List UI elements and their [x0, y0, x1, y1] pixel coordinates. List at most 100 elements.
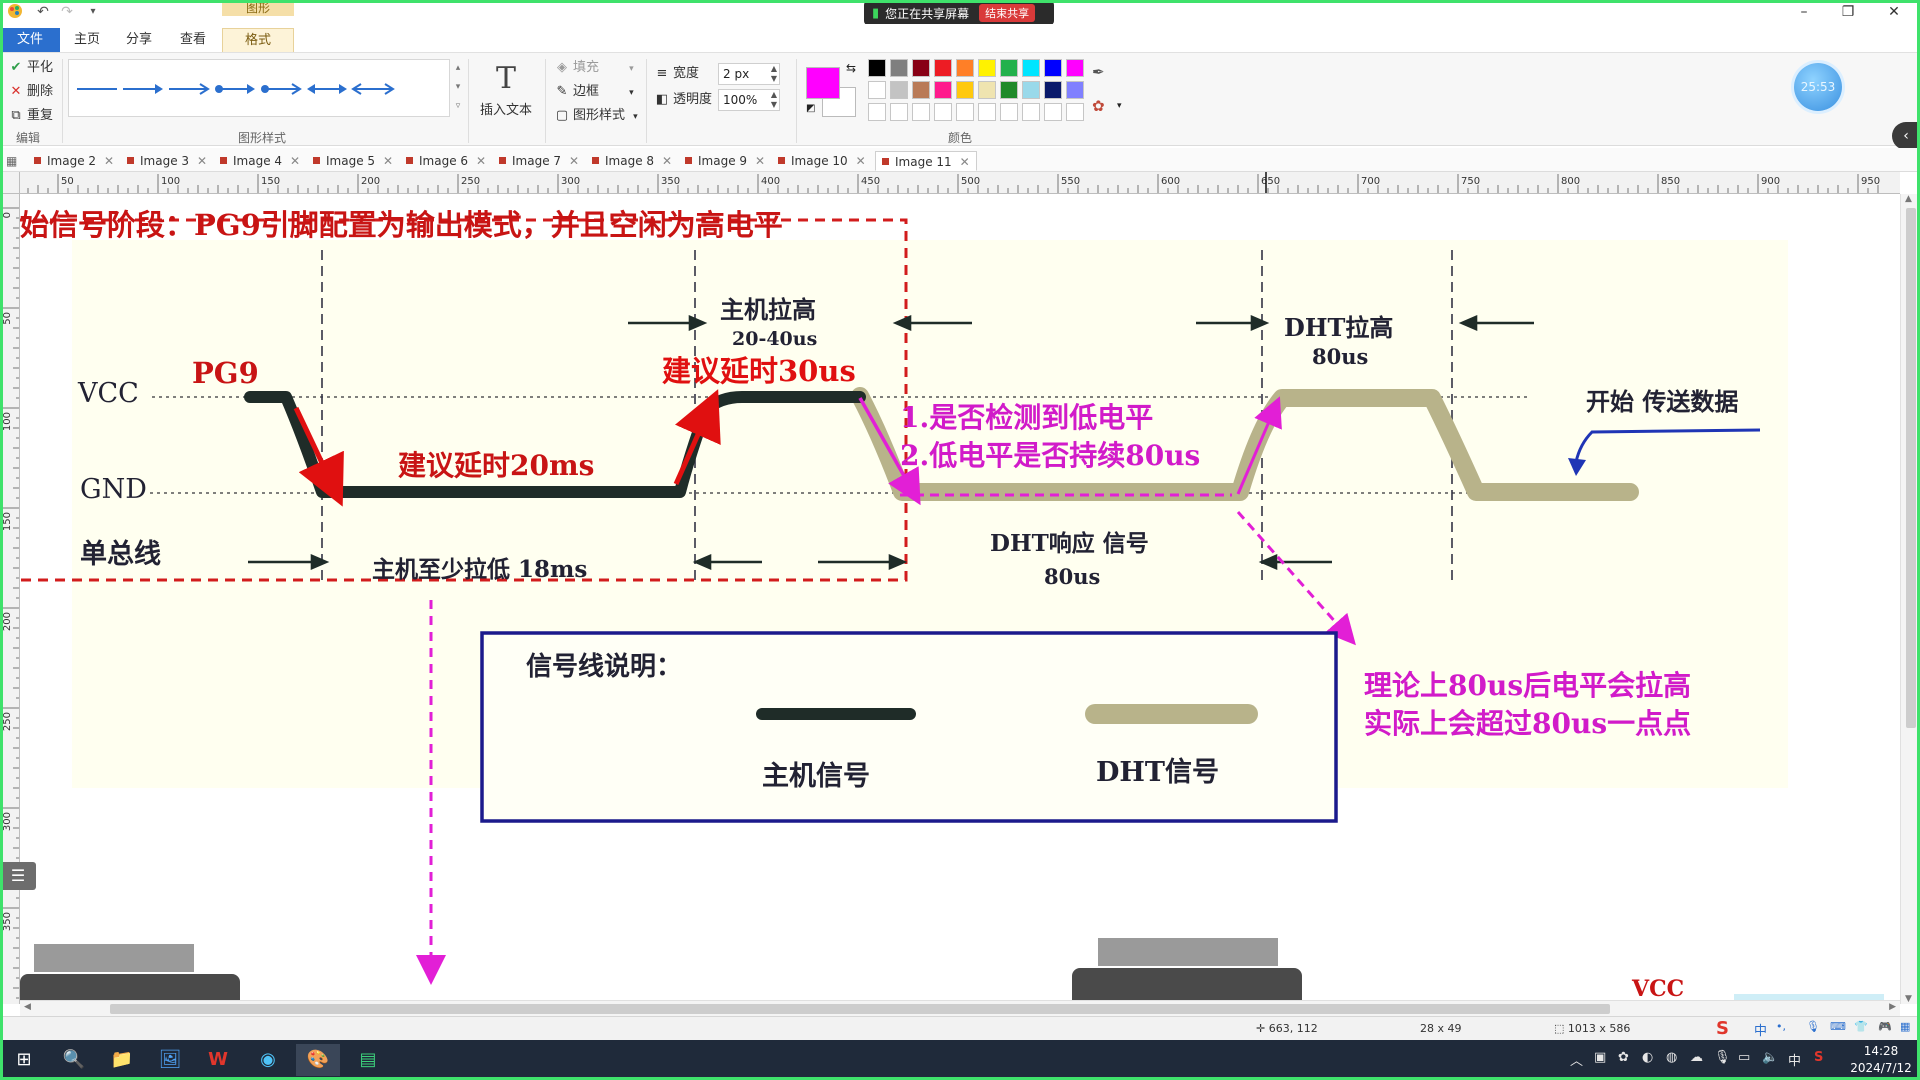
line-style-double-arrow[interactable]	[305, 82, 349, 96]
windows-start-icon[interactable]: ⊞	[2, 1044, 46, 1076]
color-swatch[interactable]	[912, 59, 930, 77]
ime-mic-icon[interactable]: 🎙	[1806, 1020, 1820, 1033]
scroll-right-icon[interactable]: ▶	[1889, 1002, 1896, 1012]
smooth-button[interactable]: ✔ 平化	[8, 57, 53, 79]
color-swatch[interactable]	[868, 59, 886, 77]
ime-mode[interactable]: 中	[1754, 1020, 1767, 1039]
tray-mic-icon[interactable]: 🎙	[1714, 1050, 1731, 1065]
color-swatch[interactable]	[1000, 59, 1018, 77]
close-tab-icon[interactable]: ✕	[290, 154, 300, 168]
delete-button[interactable]: ✕ 删除	[8, 81, 53, 103]
notepad-app-icon[interactable]: ▤	[346, 1044, 390, 1076]
color-swatch[interactable]	[1066, 103, 1084, 121]
document-tab[interactable]: Image 4 ✕	[220, 151, 300, 171]
color-swatch[interactable]	[934, 81, 952, 99]
tray-paint-icon[interactable]: ◍	[1666, 1050, 1677, 1065]
tray-expand-icon[interactable]: ︿	[1570, 1050, 1583, 1069]
document-tab[interactable]: Image 10 ✕	[778, 151, 866, 171]
color-swatch[interactable]	[1044, 81, 1062, 99]
color-swatch[interactable]	[934, 59, 952, 77]
color-swatch[interactable]	[1066, 59, 1084, 77]
document-tab[interactable]: Image 3 ✕	[127, 151, 207, 171]
ime-game-icon[interactable]: 🎮	[1878, 1020, 1892, 1033]
line-style-double-open-arrow[interactable]	[351, 82, 395, 96]
repeat-button[interactable]: ⧉ 重复	[8, 105, 53, 127]
ime-punct-icon[interactable]: •,	[1776, 1020, 1786, 1033]
undo-icon[interactable]: ↶	[34, 3, 52, 21]
tab-home[interactable]: 主页	[62, 28, 112, 52]
tray-photos-icon[interactable]: ▣	[1594, 1050, 1606, 1065]
close-tab-icon[interactable]: ✕	[755, 154, 765, 168]
document-tab[interactable]: Image 6 ✕	[406, 151, 486, 171]
tab-view[interactable]: 查看	[166, 28, 220, 52]
more-colors-dropdown-icon[interactable]: ▾	[1117, 101, 1122, 111]
line-style-dot-arrow[interactable]	[213, 82, 257, 96]
paint-app-icon[interactable]: 🎨	[296, 1044, 340, 1076]
insert-text-button[interactable]: T 插入文本	[475, 59, 537, 143]
photos-app-icon[interactable]: 🖼	[148, 1044, 192, 1076]
tray-lang[interactable]: 中	[1788, 1050, 1801, 1069]
scroll-down-icon[interactable]: ▼	[1905, 994, 1912, 1004]
tray-cloud-icon[interactable]: ☁	[1690, 1050, 1703, 1065]
color-swatch[interactable]	[978, 59, 996, 77]
close-tab-icon[interactable]: ✕	[960, 155, 970, 169]
tab-share[interactable]: 分享	[114, 28, 164, 52]
swap-colors-icon[interactable]: ⇆	[846, 61, 856, 75]
color-swatch[interactable]	[1066, 81, 1084, 99]
sogou-ime-icon[interactable]: S	[1716, 1018, 1729, 1039]
search-icon[interactable]: 🔍	[52, 1044, 96, 1076]
image-canvas[interactable]: 始信号阶段：PG9引脚配置为输出模式，并且空闲为高电平 VCC GND 单总线 …	[20, 194, 1900, 1004]
close-tab-icon[interactable]: ✕	[856, 154, 866, 168]
spin-arrows-icon[interactable]: ▲ ▼	[771, 90, 777, 110]
tray-network-app-icon[interactable]: ◐	[1642, 1050, 1653, 1065]
gallery-more[interactable]: ▿	[452, 97, 464, 116]
volume-icon[interactable]: 🔈	[1762, 1050, 1778, 1065]
tab-format[interactable]: 格式	[222, 28, 294, 52]
document-tab[interactable]: Image 7 ✕	[499, 151, 579, 171]
line-style-dot-open-arrow[interactable]	[259, 82, 303, 96]
color-swatch[interactable]	[890, 59, 908, 77]
system-clock[interactable]: 14:28 2024/7/12	[1846, 1043, 1916, 1077]
wps-icon[interactable]: W	[196, 1044, 240, 1076]
more-colors-icon[interactable]: ✿	[1092, 97, 1105, 115]
document-tab[interactable]: Image 8 ✕	[592, 151, 672, 171]
color-swatch[interactable]	[978, 81, 996, 99]
document-tab[interactable]: Image 9 ✕	[685, 151, 765, 171]
color-swatch[interactable]	[890, 81, 908, 99]
restore-button[interactable]: ❐	[1836, 2, 1860, 22]
vertical-scroll-thumb[interactable]	[1906, 208, 1916, 728]
color-swatch[interactable]	[956, 103, 974, 121]
ime-menu-icon[interactable]: ▦	[1900, 1020, 1910, 1033]
collapse-panel-button[interactable]: ‹	[1892, 122, 1920, 150]
gallery-scroll-up[interactable]: ▴	[452, 59, 464, 78]
color-swatch[interactable]	[1044, 103, 1062, 121]
color-swatch[interactable]	[1000, 81, 1018, 99]
color-swatch[interactable]	[1022, 81, 1040, 99]
line-style-arrow[interactable]	[121, 82, 165, 96]
horizontal-scrollbar[interactable]: ◀ ▶	[20, 1000, 1900, 1016]
close-tab-icon[interactable]: ✕	[383, 154, 393, 168]
tab-grid-icon[interactable]: ▦	[6, 151, 17, 171]
close-tab-icon[interactable]: ✕	[197, 154, 207, 168]
line-style-plain[interactable]	[75, 82, 119, 96]
color-swatch[interactable]	[934, 103, 952, 121]
document-tab[interactable]: Image 5 ✕	[313, 151, 393, 171]
shape-style-button[interactable]: ▢ 图形样式 ▾	[554, 105, 638, 127]
close-tab-icon[interactable]: ✕	[476, 154, 486, 168]
gallery-scroll-down[interactable]: ▾	[452, 78, 464, 97]
tray-app-icon[interactable]: ✿	[1618, 1050, 1629, 1065]
color-swatch[interactable]	[956, 81, 974, 99]
close-tab-icon[interactable]: ✕	[569, 154, 579, 168]
tray-sogou-icon[interactable]: S	[1814, 1050, 1823, 1065]
tab-file[interactable]: 文件	[0, 28, 60, 52]
color-swatch[interactable]	[956, 59, 974, 77]
redo-icon[interactable]: ↷	[58, 3, 76, 21]
minimize-button[interactable]: –	[1792, 2, 1816, 22]
color-swatch[interactable]	[868, 103, 886, 121]
file-explorer-icon[interactable]: 📁	[100, 1044, 144, 1076]
primary-color-swatch[interactable]	[806, 67, 840, 99]
browser-icon[interactable]: ◉	[246, 1044, 290, 1076]
stop-share-button[interactable]: 结束共享	[979, 4, 1036, 22]
tray-display-icon[interactable]: ▭	[1738, 1050, 1750, 1065]
color-swatch[interactable]	[912, 81, 930, 99]
